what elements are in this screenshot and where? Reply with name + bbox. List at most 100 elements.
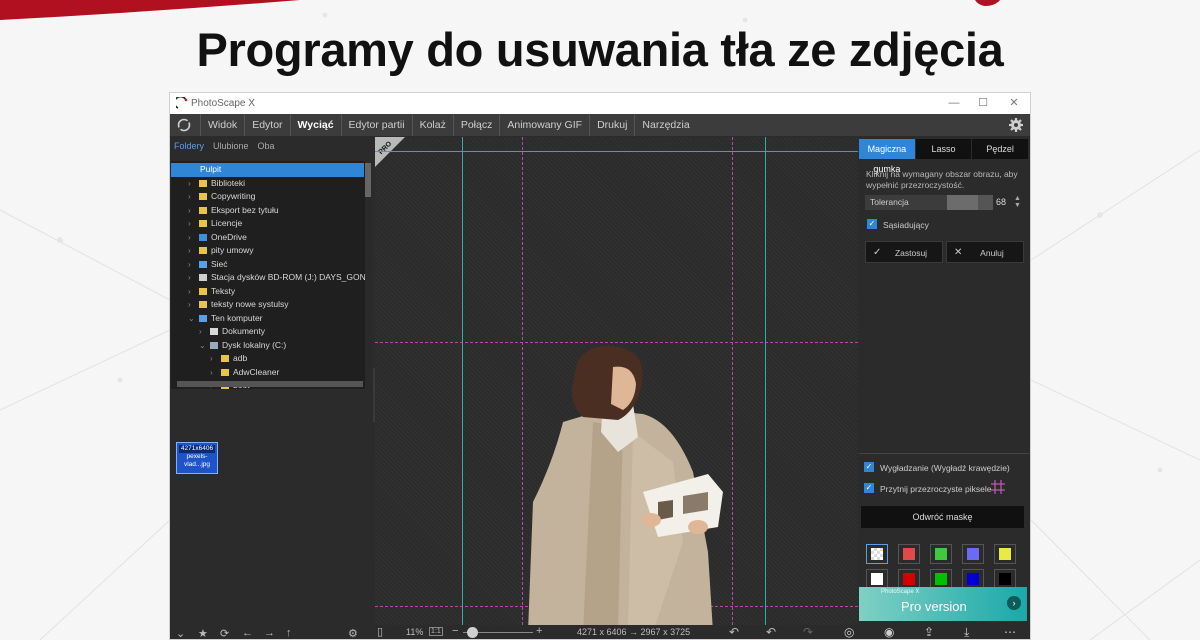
tree-item[interactable]: › Eksport bez tytułu xyxy=(171,204,364,218)
color-swatch[interactable] xyxy=(994,544,1016,564)
tab-folders[interactable]: Foldery xyxy=(174,141,204,151)
apply-button[interactable]: ✓ Zastosuj xyxy=(865,241,943,263)
zoom-slider-thumb[interactable] xyxy=(467,627,478,638)
thumbnail-filename-line2: vlad...jpg xyxy=(183,461,211,468)
menu-item-5[interactable]: Połącz xyxy=(452,114,500,136)
share-icon[interactable]: ⇪ xyxy=(924,625,934,639)
menu-item-4[interactable]: Kolaż xyxy=(411,114,453,136)
menu-item-7[interactable]: Drukuj xyxy=(589,114,634,136)
tolerance-stepper-icon[interactable]: ▲ ▼ xyxy=(1014,195,1021,209)
tab-favorites[interactable]: Ulubione xyxy=(213,141,249,151)
chevron-down-icon[interactable]: ⌄ xyxy=(176,627,190,639)
rotate-left-icon[interactable]: ↶ xyxy=(729,625,739,639)
tab-brush[interactable]: Pędzel xyxy=(972,139,1029,159)
tree-item[interactable]: › adb xyxy=(171,352,364,366)
redo-icon[interactable]: ↷ xyxy=(803,625,813,639)
tree-expand-icon[interactable]: › xyxy=(210,352,218,366)
tree-vertical-scrollbar[interactable] xyxy=(365,161,371,389)
color-swatch[interactable] xyxy=(962,569,984,589)
color-swatch[interactable] xyxy=(994,569,1016,589)
tree-expand-icon[interactable]: › xyxy=(210,366,218,380)
tree-item[interactable]: › Dokumenty xyxy=(171,325,364,339)
menu-item-0[interactable]: Widok xyxy=(200,114,244,136)
tree-expand-icon[interactable]: › xyxy=(199,325,207,339)
color-swatch[interactable] xyxy=(930,569,952,589)
refresh-icon[interactable]: ⟳ xyxy=(220,627,234,639)
tree-expand-icon[interactable]: › xyxy=(188,271,196,285)
cancel-button[interactable]: ✕ Anuluj xyxy=(946,241,1024,263)
undo-icon[interactable]: ↶ xyxy=(766,625,776,639)
tree-item[interactable]: › pity umowy xyxy=(171,244,364,258)
tree-item[interactable]: › Stacja dysków BD-ROM (J:) DAYS_GONE xyxy=(171,271,371,285)
invert-mask-button[interactable]: Odwróć maskę xyxy=(861,506,1024,528)
tree-horizontal-scrollbar[interactable] xyxy=(177,381,363,387)
color-swatch[interactable] xyxy=(866,544,888,564)
tree-item[interactable]: › Teksty xyxy=(171,285,364,299)
pro-version-banner[interactable]: PhotoScape X Pro version › xyxy=(859,587,1027,621)
zoom-out-button[interactable]: − xyxy=(452,625,458,637)
tree-expand-icon[interactable]: › xyxy=(188,285,196,299)
smooth-edges-checkbox[interactable]: ✓ xyxy=(864,462,874,472)
more-icon[interactable]: ⋯ xyxy=(1004,625,1016,639)
fit-window-icon[interactable]: ▯ xyxy=(377,625,383,638)
actual-size-button[interactable]: 1:1 xyxy=(429,627,443,636)
forward-arrow-icon[interactable]: → xyxy=(264,627,278,639)
tab-lasso[interactable]: Lasso xyxy=(915,139,972,159)
menu-item-6[interactable]: Animowany GIF xyxy=(499,114,589,136)
menu-item-2[interactable]: Wyciąć xyxy=(289,114,341,136)
tree-expand-icon[interactable]: › xyxy=(188,244,196,258)
minimize-icon[interactable]: — xyxy=(944,96,964,111)
folder-icon xyxy=(199,206,207,214)
settings-gear-icon[interactable] xyxy=(1008,117,1024,133)
tree-item[interactable]: › Sieć xyxy=(171,258,364,272)
menu-item-3[interactable]: Edytor partii xyxy=(340,114,412,136)
tree-item[interactable]: › Biblioteki xyxy=(171,177,364,191)
tree-item[interactable]: ⌄ Ten komputer xyxy=(171,312,364,326)
close-icon[interactable]: ✕ xyxy=(1004,96,1024,111)
tree-expand-icon[interactable]: › xyxy=(188,204,196,218)
maximize-icon[interactable]: ☐ xyxy=(973,96,993,111)
tree-item[interactable]: ⌄ Dysk lokalny (C:) xyxy=(171,339,364,353)
color-swatch[interactable] xyxy=(962,544,984,564)
compare-icon[interactable]: ◉ xyxy=(884,625,894,639)
tree-item[interactable]: › AdwCleaner xyxy=(171,366,364,380)
tree-item[interactable]: › teksty nowe systulsy xyxy=(171,298,364,312)
tree-item[interactable]: › Copywriting xyxy=(171,190,364,204)
zoom-in-button[interactable]: + xyxy=(536,625,542,637)
tree-scroll-thumb[interactable] xyxy=(365,163,371,197)
star-icon[interactable]: ★ xyxy=(198,627,212,639)
menu-item-8[interactable]: Narzędzia xyxy=(634,114,696,136)
tolerance-slider[interactable] xyxy=(947,195,993,210)
color-swatch[interactable] xyxy=(898,569,920,589)
tree-expand-icon[interactable]: › xyxy=(188,217,196,231)
tree-item[interactable]: › Licencje xyxy=(171,217,364,231)
color-swatch[interactable] xyxy=(930,544,952,564)
image-thumbnail[interactable]: 4271x6406 pexels- vlad...jpg xyxy=(176,442,218,474)
up-arrow-icon[interactable]: ↑ xyxy=(286,627,300,639)
color-swatch[interactable] xyxy=(898,544,920,564)
download-icon[interactable]: ⤓ xyxy=(964,625,969,639)
tab-magic-eraser[interactable]: Magiczna gumka xyxy=(859,139,915,174)
tree-expand-icon[interactable]: › xyxy=(188,298,196,312)
back-arrow-icon[interactable]: ← xyxy=(242,627,256,639)
tree-item[interactable]: Pulpit xyxy=(171,163,364,177)
tree-expand-icon[interactable]: ⌄ xyxy=(188,312,196,326)
tree-expand-icon[interactable]: › xyxy=(188,177,196,191)
panel-settings-icon[interactable]: ⚙ xyxy=(348,627,362,639)
tree-item[interactable]: › OneDrive xyxy=(171,231,364,245)
target-icon[interactable]: ◎ xyxy=(844,625,854,639)
crop-grid-icon[interactable] xyxy=(991,480,1005,494)
color-swatch[interactable] xyxy=(866,569,888,589)
home-icon[interactable] xyxy=(176,117,192,133)
tree-item-label: Copywriting xyxy=(211,191,256,201)
menu-item-1[interactable]: Edytor xyxy=(244,114,289,136)
tree-expand-icon[interactable]: ⌄ xyxy=(199,339,207,353)
image-canvas[interactable]: PRO xyxy=(375,137,858,625)
tree-item-label: Stacja dysków BD-ROM (J:) DAYS_GONE xyxy=(211,272,371,282)
tree-expand-icon[interactable]: › xyxy=(188,190,196,204)
tab-both[interactable]: Oba xyxy=(258,141,275,151)
tree-expand-icon[interactable]: › xyxy=(188,258,196,272)
tree-expand-icon[interactable]: › xyxy=(188,231,196,245)
trim-transparent-checkbox[interactable]: ✓ xyxy=(864,483,874,493)
adjacent-checkbox[interactable]: ✓ xyxy=(867,219,877,229)
